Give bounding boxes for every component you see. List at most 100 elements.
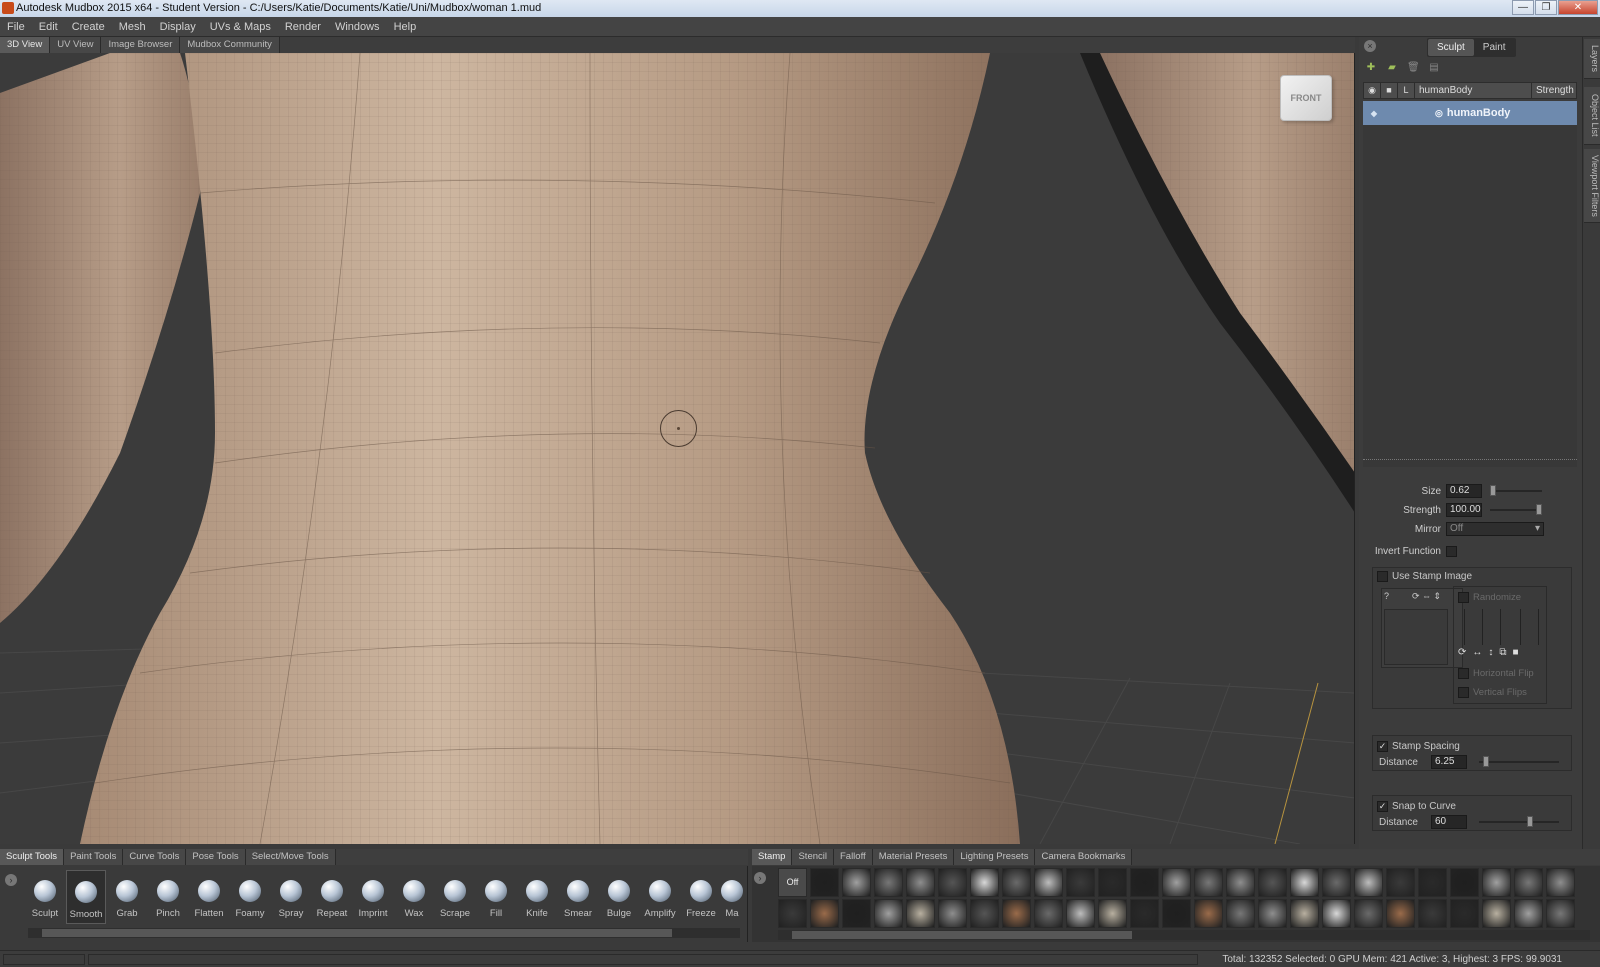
- stamp-thumbnail[interactable]: [1194, 868, 1223, 897]
- close-button[interactable]: ✕: [1558, 0, 1598, 15]
- use-stamp-checkbox[interactable]: [1377, 570, 1388, 582]
- tab-lighting-presets[interactable]: Lighting Presets: [954, 849, 1036, 865]
- tab-paint[interactable]: Paint: [1474, 39, 1515, 56]
- randomize-sliders[interactable]: [1460, 609, 1540, 645]
- panel-close-icon[interactable]: ×: [1364, 40, 1376, 52]
- snap-checkbox[interactable]: ✓: [1377, 800, 1388, 812]
- stamp-thumbnail[interactable]: [842, 868, 871, 897]
- tab-stamp[interactable]: Stamp: [752, 849, 793, 865]
- stamp-thumbnail[interactable]: [970, 868, 999, 897]
- menu-file[interactable]: File: [0, 21, 32, 33]
- menu-edit[interactable]: Edit: [32, 21, 65, 33]
- stamp-thumbnail[interactable]: [1002, 868, 1031, 897]
- stamp-thumbnail[interactable]: [874, 868, 903, 897]
- new-layer-icon[interactable]: ✚: [1365, 62, 1377, 73]
- stamp-thumbnail[interactable]: [842, 899, 871, 928]
- stamp-thumbnail[interactable]: [970, 899, 999, 928]
- stamp-thumbnail[interactable]: [938, 868, 967, 897]
- menu-render[interactable]: Render: [278, 21, 328, 33]
- maximize-button[interactable]: ❐: [1535, 0, 1557, 15]
- stamp-thumbnail[interactable]: [1098, 899, 1127, 928]
- tool-ma[interactable]: Ma: [718, 870, 746, 924]
- stamp-thumbnail[interactable]: [1002, 899, 1031, 928]
- tab-uv-view[interactable]: UV View: [50, 37, 102, 53]
- stamp-thumbnail[interactable]: [810, 868, 839, 897]
- tab-image-browser[interactable]: Image Browser: [101, 37, 181, 53]
- tab-sculpt[interactable]: Sculpt: [1428, 39, 1474, 56]
- tab-curve-tools[interactable]: Curve Tools: [123, 849, 187, 865]
- stamp-distance-input[interactable]: 6.25: [1431, 755, 1467, 769]
- snap-distance-input[interactable]: 60: [1431, 815, 1467, 829]
- stamp-thumbnail[interactable]: [1418, 899, 1447, 928]
- stamp-thumbnail[interactable]: [1130, 868, 1159, 897]
- stamp-thumbnail[interactable]: [1386, 899, 1415, 928]
- tab-falloff[interactable]: Falloff: [833, 849, 873, 865]
- stamp-thumbnail[interactable]: [1130, 899, 1159, 928]
- stamp-thumbnail[interactable]: [938, 899, 967, 928]
- stamp-thumbnail[interactable]: [778, 899, 807, 928]
- stamp-thumbnail[interactable]: [1258, 868, 1287, 897]
- tool-flatten[interactable]: Flatten: [189, 870, 229, 924]
- menu-create[interactable]: Create: [65, 21, 112, 33]
- stamp-thumbnail[interactable]: [1098, 868, 1127, 897]
- stamp-thumbnail[interactable]: [1482, 899, 1511, 928]
- lock-icon[interactable]: ■: [1381, 83, 1398, 98]
- stamp-thumbnail[interactable]: [1226, 899, 1255, 928]
- stamp-thumbnail[interactable]: [1162, 868, 1191, 897]
- tab-viewport-filters[interactable]: Viewport Filters: [1584, 149, 1600, 223]
- stamp-thumbnail[interactable]: [906, 899, 935, 928]
- strength-input[interactable]: 100.00: [1446, 503, 1482, 517]
- tool-wax[interactable]: Wax: [394, 870, 434, 924]
- tab-pose-tools[interactable]: Pose Tools: [186, 849, 246, 865]
- layer-visible-icon[interactable]: ◆: [1363, 109, 1385, 118]
- stamps-scrollbar[interactable]: [778, 930, 1590, 940]
- 3d-viewport[interactable]: FRONT: [0, 53, 1355, 844]
- tool-freeze[interactable]: Freeze: [681, 870, 721, 924]
- tool-knife[interactable]: Knife: [517, 870, 557, 924]
- vflip-checkbox[interactable]: [1458, 686, 1469, 698]
- stamp-thumbnail[interactable]: [1034, 899, 1063, 928]
- minimize-button[interactable]: —: [1512, 0, 1534, 15]
- stamp-thumbnail[interactable]: [1290, 868, 1319, 897]
- stamp-thumbnail[interactable]: [906, 868, 935, 897]
- strength-slider[interactable]: [1490, 504, 1542, 515]
- tool-grab[interactable]: Grab: [107, 870, 147, 924]
- stamp-thumbnail[interactable]: [874, 899, 903, 928]
- stamp-thumbnail[interactable]: [1482, 868, 1511, 897]
- tool-sculpt[interactable]: Sculpt: [25, 870, 65, 924]
- tool-scrape[interactable]: Scrape: [435, 870, 475, 924]
- stamp-thumbnail[interactable]: [1354, 868, 1383, 897]
- menu-mesh[interactable]: Mesh: [112, 21, 153, 33]
- stamp-spacing-checkbox[interactable]: ✓: [1377, 740, 1388, 752]
- stamp-thumbnail[interactable]: [1450, 868, 1479, 897]
- tab-stencil[interactable]: Stencil: [792, 849, 834, 865]
- panel-splitter[interactable]: [1363, 459, 1577, 463]
- tab-paint-tools[interactable]: Paint Tools: [64, 849, 124, 865]
- stamp-thumbnail[interactable]: [1546, 868, 1575, 897]
- stamp-thumbnail[interactable]: [1546, 899, 1575, 928]
- stamp-thumbnail[interactable]: [1162, 899, 1191, 928]
- folder-icon[interactable]: ▰: [1386, 62, 1398, 73]
- size-slider[interactable]: [1490, 485, 1542, 496]
- tool-bulge[interactable]: Bulge: [599, 870, 639, 924]
- mirror-select[interactable]: Off: [1446, 522, 1544, 536]
- merge-layer-icon[interactable]: ▤: [1428, 62, 1440, 73]
- stamp-thumbnail[interactable]: [1418, 868, 1447, 897]
- stamp-thumbnail[interactable]: [1450, 899, 1479, 928]
- stamp-thumbnail[interactable]: [1514, 868, 1543, 897]
- stamp-thumbnail[interactable]: [1258, 899, 1287, 928]
- stamp-thumbnail[interactable]: [1066, 899, 1095, 928]
- stamp-thumbnail[interactable]: [1226, 868, 1255, 897]
- tool-pinch[interactable]: Pinch: [148, 870, 188, 924]
- stamp-thumbnail[interactable]: [1194, 899, 1223, 928]
- stamp-thumbnail[interactable]: [1514, 899, 1543, 928]
- stamp-thumbnail[interactable]: [810, 899, 839, 928]
- menu-windows[interactable]: Windows: [328, 21, 387, 33]
- tools-scrollbar[interactable]: [28, 928, 740, 938]
- tool-repeat[interactable]: Repeat: [312, 870, 352, 924]
- delete-layer-icon[interactable]: 🗑: [1407, 62, 1420, 73]
- visibility-eye-icon[interactable]: ◉: [1364, 83, 1381, 98]
- stamp-thumbnail[interactable]: [1322, 868, 1351, 897]
- viewcube[interactable]: FRONT: [1280, 75, 1332, 121]
- stamp-thumbnail[interactable]: [1034, 868, 1063, 897]
